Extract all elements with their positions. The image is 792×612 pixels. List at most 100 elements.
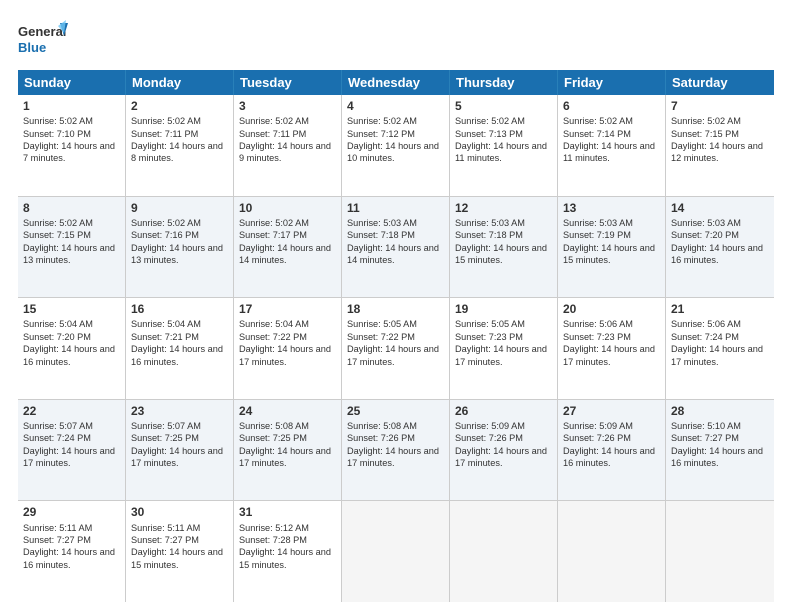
sunrise: Sunrise: 5:03 AM — [347, 218, 417, 228]
day-number: 13 — [563, 200, 660, 216]
calendar-cell: 11 Sunrise: 5:03 AM Sunset: 7:18 PM Dayl… — [342, 197, 450, 298]
sunrise: Sunrise: 5:02 AM — [563, 116, 633, 126]
header-cell-saturday: Saturday — [666, 70, 774, 95]
day-number: 14 — [671, 200, 769, 216]
calendar-header: SundayMondayTuesdayWednesdayThursdayFrid… — [18, 70, 774, 95]
calendar-cell: 13 Sunrise: 5:03 AM Sunset: 7:19 PM Dayl… — [558, 197, 666, 298]
calendar-cell: 9 Sunrise: 5:02 AM Sunset: 7:16 PM Dayli… — [126, 197, 234, 298]
calendar-cell: 25 Sunrise: 5:08 AM Sunset: 7:26 PM Dayl… — [342, 400, 450, 501]
sunrise: Sunrise: 5:04 AM — [23, 319, 93, 329]
day-number: 4 — [347, 98, 444, 114]
calendar-cell: 24 Sunrise: 5:08 AM Sunset: 7:25 PM Dayl… — [234, 400, 342, 501]
day-number: 19 — [455, 301, 552, 317]
sunset: Sunset: 7:22 PM — [239, 332, 307, 342]
calendar-cell: 5 Sunrise: 5:02 AM Sunset: 7:13 PM Dayli… — [450, 95, 558, 196]
sunrise: Sunrise: 5:04 AM — [131, 319, 201, 329]
day-number: 29 — [23, 504, 120, 520]
sunrise: Sunrise: 5:07 AM — [23, 421, 93, 431]
sunset: Sunset: 7:28 PM — [239, 535, 307, 545]
calendar-cell: 17 Sunrise: 5:04 AM Sunset: 7:22 PM Dayl… — [234, 298, 342, 399]
daylight: Daylight: 14 hours and 8 minutes. — [131, 141, 223, 163]
day-number: 1 — [23, 98, 120, 114]
calendar-cell: 8 Sunrise: 5:02 AM Sunset: 7:15 PM Dayli… — [18, 197, 126, 298]
sunrise: Sunrise: 5:03 AM — [671, 218, 741, 228]
day-number: 3 — [239, 98, 336, 114]
calendar-cell: 12 Sunrise: 5:03 AM Sunset: 7:18 PM Dayl… — [450, 197, 558, 298]
day-number: 9 — [131, 200, 228, 216]
sunset: Sunset: 7:15 PM — [671, 129, 739, 139]
sunset: Sunset: 7:12 PM — [347, 129, 415, 139]
calendar-cell: 1 Sunrise: 5:02 AM Sunset: 7:10 PM Dayli… — [18, 95, 126, 196]
day-number: 6 — [563, 98, 660, 114]
sunrise: Sunrise: 5:09 AM — [563, 421, 633, 431]
calendar-cell: 18 Sunrise: 5:05 AM Sunset: 7:22 PM Dayl… — [342, 298, 450, 399]
sunrise: Sunrise: 5:06 AM — [671, 319, 741, 329]
sunrise: Sunrise: 5:02 AM — [131, 116, 201, 126]
daylight: Daylight: 14 hours and 16 minutes. — [563, 446, 655, 468]
header-cell-monday: Monday — [126, 70, 234, 95]
calendar-cell: 15 Sunrise: 5:04 AM Sunset: 7:20 PM Dayl… — [18, 298, 126, 399]
calendar-cell: 27 Sunrise: 5:09 AM Sunset: 7:26 PM Dayl… — [558, 400, 666, 501]
sunset: Sunset: 7:25 PM — [131, 433, 199, 443]
sunrise: Sunrise: 5:07 AM — [131, 421, 201, 431]
calendar-cell: 20 Sunrise: 5:06 AM Sunset: 7:23 PM Dayl… — [558, 298, 666, 399]
sunset: Sunset: 7:25 PM — [239, 433, 307, 443]
sunset: Sunset: 7:20 PM — [23, 332, 91, 342]
day-number: 7 — [671, 98, 769, 114]
sunset: Sunset: 7:17 PM — [239, 230, 307, 240]
daylight: Daylight: 14 hours and 13 minutes. — [131, 243, 223, 265]
sunrise: Sunrise: 5:02 AM — [23, 116, 93, 126]
calendar-cell: 21 Sunrise: 5:06 AM Sunset: 7:24 PM Dayl… — [666, 298, 774, 399]
sunset: Sunset: 7:18 PM — [455, 230, 523, 240]
sunrise: Sunrise: 5:02 AM — [239, 116, 309, 126]
daylight: Daylight: 14 hours and 13 minutes. — [23, 243, 115, 265]
day-number: 17 — [239, 301, 336, 317]
daylight: Daylight: 14 hours and 16 minutes. — [23, 547, 115, 569]
calendar-row-5: 29 Sunrise: 5:11 AM Sunset: 7:27 PM Dayl… — [18, 501, 774, 602]
daylight: Daylight: 14 hours and 17 minutes. — [239, 446, 331, 468]
calendar-cell — [666, 501, 774, 602]
day-number: 8 — [23, 200, 120, 216]
day-number: 16 — [131, 301, 228, 317]
calendar-cell: 4 Sunrise: 5:02 AM Sunset: 7:12 PM Dayli… — [342, 95, 450, 196]
page: General Blue SundayMondayTuesdayWednesda… — [0, 0, 792, 612]
sunrise: Sunrise: 5:04 AM — [239, 319, 309, 329]
sunrise: Sunrise: 5:02 AM — [455, 116, 525, 126]
sunset: Sunset: 7:27 PM — [23, 535, 91, 545]
sunset: Sunset: 7:10 PM — [23, 129, 91, 139]
day-number: 15 — [23, 301, 120, 317]
day-number: 5 — [455, 98, 552, 114]
daylight: Daylight: 14 hours and 17 minutes. — [23, 446, 115, 468]
day-number: 30 — [131, 504, 228, 520]
daylight: Daylight: 14 hours and 16 minutes. — [131, 344, 223, 366]
header-cell-wednesday: Wednesday — [342, 70, 450, 95]
sunrise: Sunrise: 5:05 AM — [455, 319, 525, 329]
daylight: Daylight: 14 hours and 17 minutes. — [347, 344, 439, 366]
logo: General Blue — [18, 18, 68, 60]
sunset: Sunset: 7:20 PM — [671, 230, 739, 240]
calendar-cell: 7 Sunrise: 5:02 AM Sunset: 7:15 PM Dayli… — [666, 95, 774, 196]
sunset: Sunset: 7:14 PM — [563, 129, 631, 139]
day-number: 11 — [347, 200, 444, 216]
header-cell-tuesday: Tuesday — [234, 70, 342, 95]
calendar-row-1: 1 Sunrise: 5:02 AM Sunset: 7:10 PM Dayli… — [18, 95, 774, 197]
sunrise: Sunrise: 5:11 AM — [23, 523, 92, 533]
calendar-cell: 22 Sunrise: 5:07 AM Sunset: 7:24 PM Dayl… — [18, 400, 126, 501]
calendar-cell: 16 Sunrise: 5:04 AM Sunset: 7:21 PM Dayl… — [126, 298, 234, 399]
sunrise: Sunrise: 5:12 AM — [239, 523, 309, 533]
day-number: 12 — [455, 200, 552, 216]
logo-icon: General Blue — [18, 18, 68, 60]
sunrise: Sunrise: 5:05 AM — [347, 319, 417, 329]
sunrise: Sunrise: 5:03 AM — [455, 218, 525, 228]
daylight: Daylight: 14 hours and 11 minutes. — [455, 141, 547, 163]
day-number: 18 — [347, 301, 444, 317]
svg-text:Blue: Blue — [18, 40, 46, 55]
day-number: 21 — [671, 301, 769, 317]
sunset: Sunset: 7:23 PM — [563, 332, 631, 342]
day-number: 20 — [563, 301, 660, 317]
sunrise: Sunrise: 5:11 AM — [131, 523, 200, 533]
daylight: Daylight: 14 hours and 17 minutes. — [455, 446, 547, 468]
day-number: 10 — [239, 200, 336, 216]
sunrise: Sunrise: 5:02 AM — [23, 218, 93, 228]
sunset: Sunset: 7:22 PM — [347, 332, 415, 342]
